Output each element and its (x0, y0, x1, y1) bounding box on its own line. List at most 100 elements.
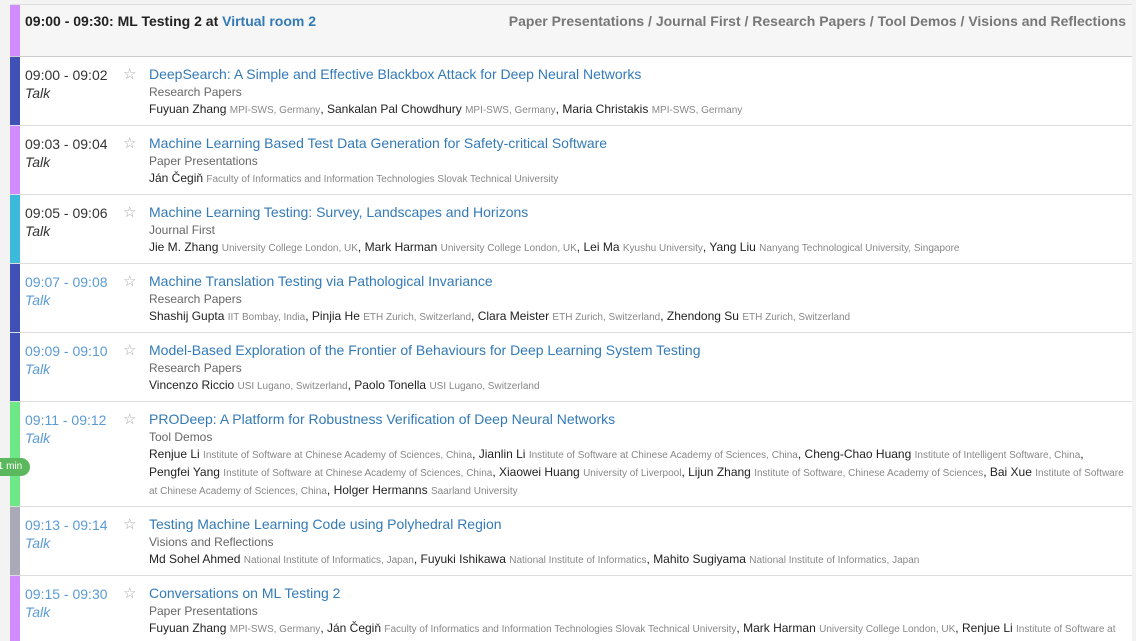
author-affiliation: Saarland University (430, 486, 518, 497)
author-name[interactable]: Xiaowei Huang (499, 465, 580, 479)
author-name[interactable]: Holger Hermanns (334, 483, 428, 497)
track-color-bar (10, 507, 20, 575)
author-affiliation: University of Liverpool (583, 468, 682, 479)
author-affiliation: IIT Bombay, India (227, 312, 306, 323)
author-separator: , (955, 621, 962, 635)
author-name[interactable]: Mahito Sugiyama (653, 552, 746, 566)
star-icon[interactable]: ☆ (123, 65, 136, 83)
track-color-bar (10, 57, 20, 125)
session-color-bar (10, 5, 20, 56)
author-name[interactable]: Paolo Tonella (354, 378, 426, 392)
talk-title-link[interactable]: Model-Based Exploration of the Frontier … (149, 341, 700, 359)
talk-row: 09:05 - 09:06 Talk ☆ Machine Learning Testi… (10, 195, 1132, 264)
author-name[interactable]: Clara Meister (478, 309, 549, 323)
author-affiliation: ETH Zurich, Switzerland (363, 312, 472, 323)
author-name[interactable]: Mark Harman (365, 240, 438, 254)
author-name[interactable]: Yang Liu (709, 240, 755, 254)
author-affiliation: Kyushu University (622, 243, 703, 254)
author-affiliation: MPI-SWS, Germany (229, 624, 321, 635)
talk-details: Machine Learning Testing: Survey, Landsc… (149, 195, 1132, 263)
author-name[interactable]: Ján Čegiň (149, 171, 203, 185)
talk-title-link[interactable]: Machine Learning Based Test Data Generat… (149, 134, 607, 152)
author-name[interactable]: Lijun Zhang (688, 465, 751, 479)
author-affiliation: Institute of Software at Chinese Academy… (528, 450, 798, 461)
author-name[interactable]: Jianlin Li (479, 447, 526, 461)
talk-row: 09:15 - 09:30 Talk ☆ Conversations on ML Te… (10, 576, 1132, 641)
talk-title-link[interactable]: Machine Translation Testing via Patholog… (149, 272, 493, 290)
author-name[interactable]: Zhendong Su (667, 309, 739, 323)
author-name[interactable]: Fuyuki Ishikawa (421, 552, 506, 566)
author-separator: , (320, 102, 327, 116)
track-color-bar (10, 402, 20, 506)
author-affiliation: University College London, UK (440, 243, 577, 254)
author-separator: , (797, 447, 805, 461)
author-affiliation: Faculty of Informatics and Information T… (206, 174, 559, 185)
author-name[interactable]: Bai Xue (990, 465, 1032, 479)
talk-details: Testing Machine Learning Code using Poly… (149, 507, 1132, 575)
talk-title-link[interactable]: DeepSearch: A Simple and Effective Black… (149, 65, 641, 83)
author-affiliation: Institute of Software at Chinese Academy… (223, 468, 493, 479)
author-affiliation: National Institute of Informatics, Japan (749, 555, 920, 566)
author-name[interactable]: Ján Čegiň (327, 621, 381, 635)
talk-time: 09:03 - 09:04 (25, 136, 108, 152)
talk-row: 09:09 - 09:10 Talk ☆ Model-Based Exploratio… (10, 333, 1132, 402)
author-separator: , (357, 240, 365, 254)
author-affiliation: Institute of Software, Chinese Academy o… (754, 468, 984, 479)
author-name[interactable]: Renjue Li (149, 447, 200, 461)
author-affiliation: Faculty of Informatics and Information T… (384, 624, 737, 635)
star-icon[interactable]: ☆ (123, 341, 136, 359)
author-affiliation: USI Lugano, Switzerland (429, 381, 540, 392)
author-name[interactable]: Renjue Li (962, 621, 1013, 635)
author-name[interactable]: Mark Harman (743, 621, 816, 635)
author-name[interactable]: Jie M. Zhang (149, 240, 218, 254)
author-name[interactable]: Sankalan Pal Chowdhury (327, 102, 462, 116)
talk-authors: Md Sohel Ahmed National Institute of Inf… (149, 551, 1124, 569)
author-name[interactable]: Cheng-Chao Huang (805, 447, 912, 461)
star-icon[interactable]: ☆ (123, 410, 136, 428)
author-affiliation: University College London, UK (819, 624, 956, 635)
track-color-bar (10, 576, 20, 641)
talk-row: 09:13 - 09:14 Talk ☆ Testing Machine Learni… (10, 507, 1132, 576)
talk-title-link[interactable]: PRODeep: A Platform for Robustness Verif… (149, 410, 615, 428)
author-separator: , (471, 309, 478, 323)
author-name[interactable]: Fuyuan Zhang (149, 102, 226, 116)
track-color-bar (10, 264, 20, 332)
author-affiliation: University College London, UK (221, 243, 358, 254)
author-name[interactable]: Pengfei Yang (149, 465, 220, 479)
talk-time: 09:13 - 09:14 (25, 517, 108, 533)
talk-details: Machine Learning Based Test Data Generat… (149, 126, 1132, 194)
talk-details: DeepSearch: A Simple and Effective Black… (149, 57, 1132, 125)
talk-details: PRODeep: A Platform for Robustness Verif… (149, 402, 1132, 506)
star-icon[interactable]: ☆ (123, 134, 136, 152)
author-name[interactable]: Lei Ma (583, 240, 619, 254)
talk-type: Talk (25, 430, 51, 446)
duration-badge: 1 min (0, 458, 30, 476)
author-name[interactable]: Maria Christakis (562, 102, 648, 116)
author-name[interactable]: Vincenzo Riccio (149, 378, 234, 392)
talk-time: 09:11 - 09:12 (25, 412, 107, 428)
star-icon[interactable]: ☆ (123, 584, 136, 602)
room-link[interactable]: Virtual room 2 (222, 13, 316, 29)
talk-track: Research Papers (149, 361, 242, 375)
author-name[interactable]: Shashij Gupta (149, 309, 224, 323)
star-icon[interactable]: ☆ (123, 272, 136, 290)
talk-title-link[interactable]: Conversations on ML Testing 2 (149, 584, 340, 602)
author-name[interactable]: Pinjia He (312, 309, 360, 323)
talk-type: Talk (25, 223, 51, 239)
author-separator: , (305, 309, 312, 323)
session-header: 09:00 - 09:30: ML Testing 2 at Virtual r… (10, 5, 1132, 57)
author-affiliation: ETH Zurich, Switzerland (742, 312, 851, 323)
talk-row: 09:11 - 09:12 Talk ☆ PRODeep: A Platform fo… (10, 402, 1132, 507)
author-separator: , (320, 621, 327, 635)
star-icon[interactable]: ☆ (123, 203, 136, 221)
author-separator: , (492, 465, 500, 479)
talk-title-link[interactable]: Machine Learning Testing: Survey, Landsc… (149, 203, 528, 221)
star-icon[interactable]: ☆ (123, 515, 136, 533)
author-name[interactable]: Md Sohel Ahmed (149, 552, 240, 566)
author-affiliation: Nanyang Technological University, Singap… (759, 243, 960, 254)
author-affiliation: Institute of Intelligent Software, China (914, 450, 1081, 461)
talk-row: 09:07 - 09:08 Talk ☆ Machine Translation Te… (10, 264, 1132, 333)
author-name[interactable]: Fuyuan Zhang (149, 621, 226, 635)
track-color-bar (10, 126, 20, 194)
talk-title-link[interactable]: Testing Machine Learning Code using Poly… (149, 515, 502, 533)
